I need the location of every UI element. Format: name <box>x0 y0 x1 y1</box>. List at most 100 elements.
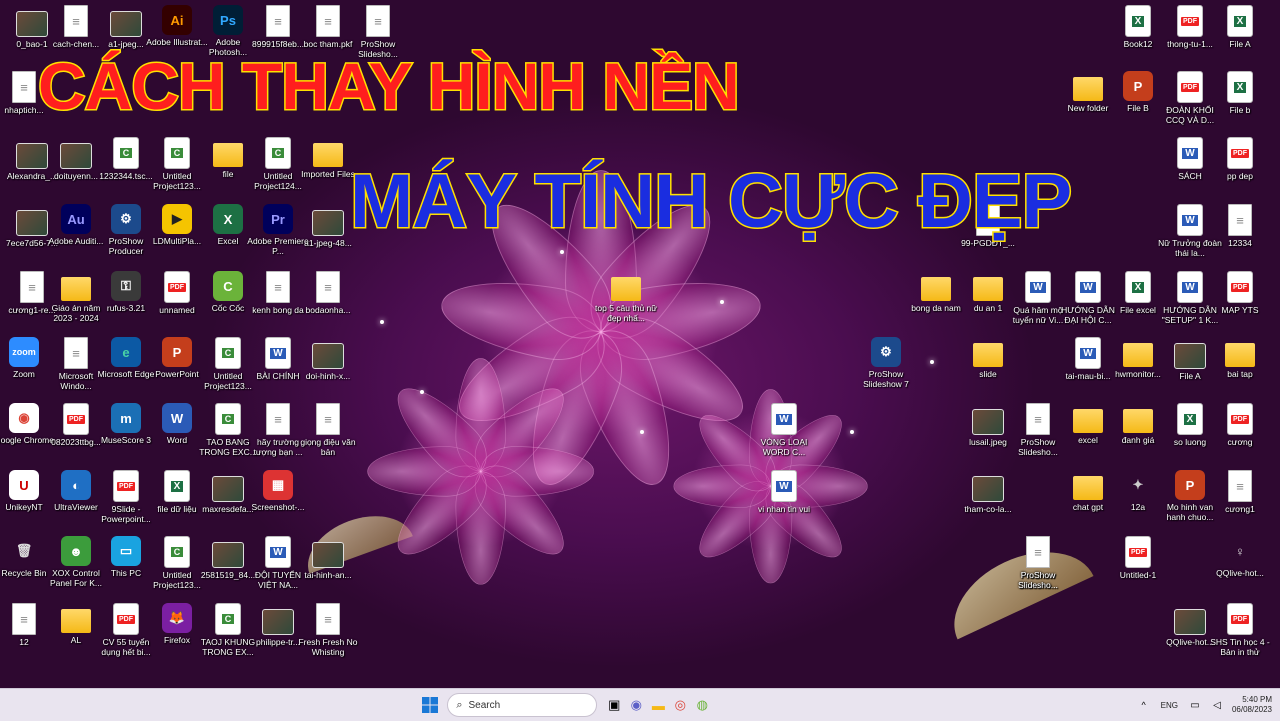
document-icon: ≡ <box>12 603 36 635</box>
zoom-icon: zoom <box>9 337 39 367</box>
unikeynt-icon: U <box>9 470 39 500</box>
task-view-icon[interactable]: ▣ <box>603 694 625 716</box>
image-thumbnail-icon <box>312 210 344 236</box>
excel-file-icon: X <box>1177 403 1203 435</box>
chrome-icon[interactable]: ◎ <box>669 694 691 716</box>
desktop-icon-label: vi nhan tin vui <box>758 504 810 514</box>
excel-file-icon: X <box>1227 71 1253 103</box>
image-thumbnail-icon <box>312 343 344 369</box>
coc-coc-icon: C <box>213 271 243 301</box>
search-placeholder: Search <box>468 699 501 711</box>
pdf-icon: PDF <box>1177 5 1203 37</box>
adobe-auditi-icon: Au <box>61 204 91 234</box>
desktop-icon-doi-hinh-x[interactable]: doi-hinh-x... <box>296 337 360 381</box>
camtasia-project-icon: C <box>265 137 291 169</box>
folder-icon <box>973 343 1003 367</box>
document-icon: ≡ <box>1026 536 1050 568</box>
desktop-icon-screenshot[interactable]: ▦ Screenshot-... <box>246 470 310 512</box>
desktop-icon-shs-tin-hoc-4-ban-in-thu[interactable]: PDF SHS Tin học 4 - Bản in thử <box>1208 603 1272 657</box>
taskbar-search[interactable]: ⌕ Search <box>447 693 598 717</box>
desktop-icon-label: tham-co-la... <box>964 504 1012 514</box>
desktop-icon-bai-tap[interactable]: bai tap <box>1208 337 1272 379</box>
desktop-icon-12334[interactable]: ≡ 12334 <box>1208 204 1272 248</box>
document-icon: ≡ <box>12 71 36 103</box>
image-thumbnail-icon <box>1174 343 1206 369</box>
word-file-icon: W <box>771 403 797 435</box>
desktop-icon-label: cương1 <box>1225 504 1255 514</box>
desktop-icon-label: bodaonha... <box>305 305 351 315</box>
proshow-slideshow-7-icon: ⚙ <box>871 337 901 367</box>
desktop-icon-file-b[interactable]: X File b <box>1208 71 1272 115</box>
excel-file-icon: X <box>164 470 190 502</box>
pdf-icon: PDF <box>1227 271 1253 303</box>
image-thumbnail-icon <box>262 609 294 635</box>
desktop-icon-cuong1[interactable]: ≡ cương1 <box>1208 470 1272 514</box>
xox-control-panel-for-k-icon: ☻ <box>61 536 91 566</box>
folder-icon <box>1225 343 1255 367</box>
desktop-icon-label: MAP YTS <box>1221 305 1259 315</box>
search-icon: ⌕ <box>456 698 463 711</box>
network-icon[interactable]: ▭ <box>1184 694 1206 716</box>
desktop-icon-proshow-slideshow-7[interactable]: ⚙ ProShow Slideshow 7 <box>854 337 918 389</box>
desktop-icon-slide[interactable]: slide <box>956 337 1020 379</box>
volume-icon[interactable]: ◁ <box>1206 694 1228 716</box>
desktop-icon-label: giọng điệu văn bản <box>300 437 356 457</box>
screenshot-icon: ▦ <box>263 470 293 500</box>
word-icon: W <box>162 403 192 433</box>
desktop-icon-proshow-slidesho[interactable]: ≡ProShow Slidesho... <box>1006 536 1070 590</box>
language-indicator[interactable]: ENG <box>1161 701 1178 710</box>
desktop-icon-top-5-cau-thu-nu-dep-nha[interactable]: top 5 câu thủ nữ đẹp nhấ... <box>594 271 658 323</box>
image-thumbnail-icon <box>972 409 1004 435</box>
folder-icon <box>213 143 243 167</box>
desktop-icon-qqlive-hot[interactable]: ♀ QQlive-hot... <box>1208 536 1272 579</box>
musescore-3-icon: m <box>111 403 141 433</box>
camtasia-project-icon: C <box>113 137 139 169</box>
desktop-icon-tham-co-la[interactable]: tham-co-la... <box>956 470 1020 514</box>
desktop-icon-giong-dieu-van-ban[interactable]: ≡ giọng điệu văn bản <box>296 403 360 457</box>
excel-icon: X <box>213 204 243 234</box>
desktop-icon-pp-dep[interactable]: PDF pp dep <box>1208 137 1272 181</box>
word-file-icon: W <box>1177 204 1203 236</box>
desktop-icon-bodaonha[interactable]: ≡ bodaonha... <box>296 271 360 315</box>
start-button[interactable] <box>419 694 441 716</box>
desktop-icon-cuong[interactable]: PDF cương <box>1208 403 1272 447</box>
document-icon: ≡ <box>316 5 340 37</box>
document-icon: ≡ <box>366 5 390 37</box>
document-icon: ≡ <box>1228 204 1252 236</box>
coccoc-icon[interactable]: ◍ <box>691 694 713 716</box>
desktop-icon-tai-hinh-an[interactable]: tai-hinh-an... <box>296 536 360 580</box>
word-file-icon: W <box>1075 271 1101 303</box>
headline-line2: MÁY TÍNH CỰC ĐẸP <box>348 158 1073 246</box>
powerpoint-icon: P <box>162 337 192 367</box>
pdf-icon: PDF <box>113 603 139 635</box>
mo-hinh-van-hanh-chuo-icon: P <box>1175 470 1205 500</box>
folder-icon <box>1123 409 1153 433</box>
document-icon: ≡ <box>266 271 290 303</box>
clock[interactable]: 5:40 PM 06/08/2023 <box>1232 695 1272 715</box>
image-thumbnail-icon <box>110 11 142 37</box>
chevron-up-icon[interactable]: ^ <box>1133 694 1155 716</box>
pdf-icon: PDF <box>1125 536 1151 568</box>
desktop-icon-label: QQlive-hot... <box>1216 568 1264 578</box>
desktop-icon-file-a[interactable]: X File A <box>1208 5 1272 49</box>
clock-time: 5:40 PM <box>1242 695 1273 704</box>
pdf-icon: PDF <box>164 271 190 303</box>
excel-file-icon: X <box>1125 271 1151 303</box>
folder-icon <box>61 609 91 633</box>
adobe-premiere-p-icon: Pr <box>263 204 293 234</box>
desktop-icon-vong-loai-word-c[interactable]: W VÒNG LOẠI WORD C... <box>752 403 816 457</box>
recycle-bin-icon: 🗑 <box>15 543 33 558</box>
adobe-photosh-icon: Ps <box>213 5 243 35</box>
word-file-icon: W <box>1025 271 1051 303</box>
this-pc-icon: ▭ <box>111 536 141 566</box>
document-icon: ≡ <box>1026 403 1050 435</box>
desktop-icon-map-yts[interactable]: PDF MAP YTS <box>1208 271 1272 315</box>
word-file-icon: W <box>265 536 291 568</box>
desktop-icon-vi-nhan-tin-vui[interactable]: Wvi nhan tin vui <box>752 470 816 514</box>
desktop-icon-untitled-1[interactable]: PDF Untitled-1 <box>1106 536 1170 580</box>
desktop-icon-fresh-fresh-no-whisting[interactable]: ≡ Fresh Fresh No Whisting <box>296 603 360 657</box>
document-icon: ≡ <box>266 5 290 37</box>
chat-icon[interactable]: ◉ <box>625 694 647 716</box>
file-b-icon: P <box>1123 71 1153 101</box>
file-explorer-icon[interactable]: ▬ <box>647 694 669 716</box>
